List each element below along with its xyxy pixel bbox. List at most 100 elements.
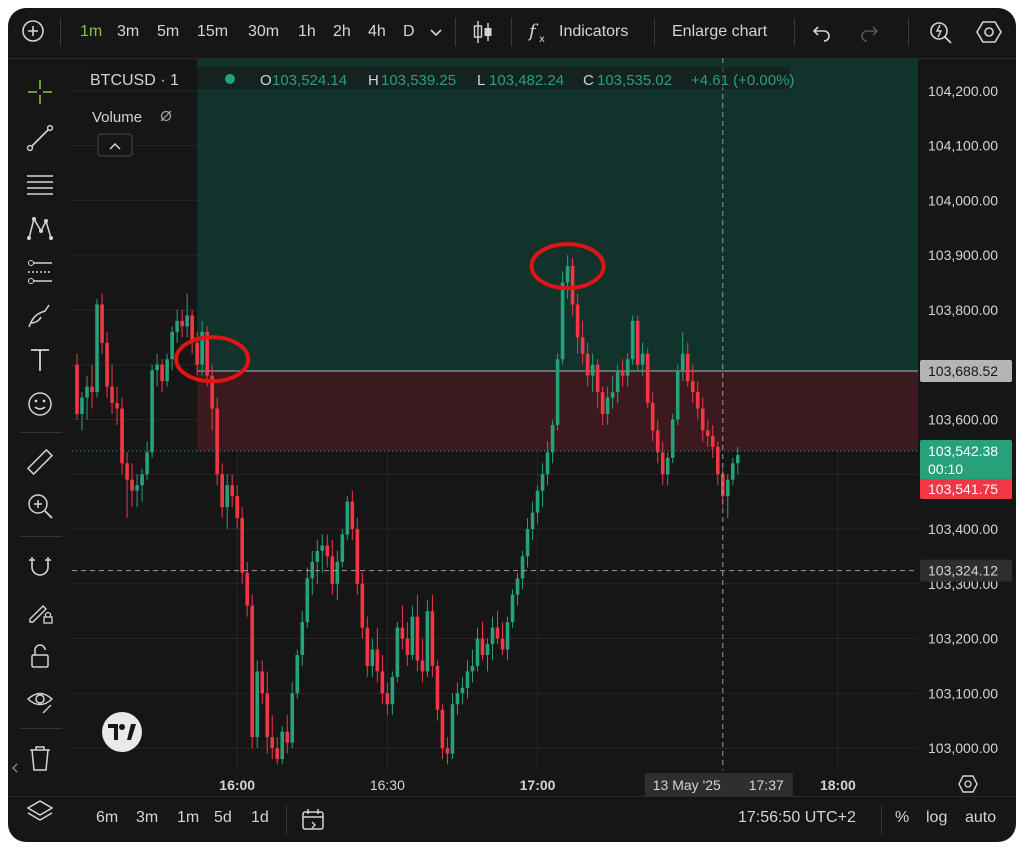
position-price-tag[interactable]: 103,688.52 [928,363,998,379]
candle-body [115,403,119,409]
range-1d[interactable]: 1d [251,809,269,827]
lock-drawing-icon[interactable] [22,594,58,630]
quick-search-icon[interactable] [928,19,954,53]
range-3m[interactable]: 3m [136,809,158,827]
trend-line-icon[interactable] [22,120,58,156]
undo-icon[interactable] [811,21,833,51]
candle-body [325,545,330,557]
candle-body [280,731,285,760]
candle-body [555,359,560,425]
pattern-tool-icon[interactable] [22,210,58,246]
timeframe-15m[interactable]: 15m [197,20,228,44]
candle-body [335,561,340,584]
candle-body [300,622,305,655]
trash-icon[interactable] [22,740,58,776]
candle-body [235,496,239,519]
candle-body [530,512,535,530]
collapse-legend-button[interactable] [97,133,133,157]
emoji-tool-icon[interactable] [22,386,58,422]
timeframe-1h[interactable]: 1h [298,20,316,44]
unlock-icon[interactable] [22,638,58,674]
timeframe-3m[interactable]: 3m [117,20,139,44]
forecast-tool-icon[interactable] [22,254,58,290]
candle-body [120,408,124,464]
range-5d[interactable]: 5d [214,809,232,827]
indicators-fx-icon[interactable]: fx [527,19,552,53]
settings-hexagon-icon[interactable] [976,19,1002,53]
candle-body [380,671,385,694]
candle-body [265,693,270,738]
candle-body [645,353,650,404]
add-symbol-icon[interactable] [20,18,46,52]
legend-c-value: 103,535.02 [597,72,672,89]
tradingview-logo-icon[interactable] [102,712,142,752]
percent-toggle[interactable]: % [895,809,909,827]
candle-body [650,403,655,431]
drawing-toolbar [8,58,72,821]
magnet-icon[interactable] [22,548,58,584]
clock-timezone[interactable]: 17:56:50 UTC+2 [738,809,856,827]
candle-body [375,649,380,672]
log-toggle[interactable]: log [926,809,947,827]
candle-body [150,370,154,453]
candle-body [310,561,315,579]
candle-body [660,452,665,475]
redo-icon[interactable] [858,21,880,51]
candle-body [240,518,245,573]
candle-body [170,331,174,360]
timeframe-D[interactable]: D [403,20,415,44]
brush-tool-icon[interactable] [22,298,58,334]
candle-body [470,665,475,672]
candles-type-icon[interactable] [472,19,494,53]
timeframe-5m[interactable]: 5m [157,20,179,44]
crosshair-tool-icon[interactable] [22,74,58,110]
timeframe-1m[interactable]: 1m [80,20,102,44]
crosshair-price-tag[interactable]: 103,324.12 [928,563,998,579]
candle-body [165,359,169,382]
candle-body [415,616,420,661]
candle-body [365,627,370,666]
candle-body [635,320,640,365]
indicators-button[interactable]: Indicators [559,20,628,44]
legend-l-label: L [477,72,485,89]
zoom-in-icon[interactable] [22,488,58,524]
legend-o-label: O [260,72,272,89]
fib-lines-icon[interactable] [22,166,58,202]
volume-legend-label[interactable]: Volume [92,109,142,126]
goto-date-icon[interactable] [300,807,326,838]
candle-body [320,545,325,551]
text-tool-icon[interactable] [22,342,58,378]
candle-body [475,638,480,666]
timeframe-4h[interactable]: 4h [368,20,386,44]
price-axis[interactable]: 103,000.00103,100.00103,200.00103,300.00… [920,83,1012,756]
legend-h-value: 103,539.25 [381,72,456,89]
candle-body [85,386,89,398]
candle-body [75,364,79,414]
candle-body [545,452,550,475]
bid-price-tag[interactable]: 103,541.75 [928,481,998,497]
candle-body [680,353,685,371]
candle-body [425,611,430,672]
ruler-tool-icon[interactable] [22,444,58,480]
collapse-toolbar-icon[interactable] [8,750,22,786]
range-6m[interactable]: 6m [96,809,118,827]
candle-body [535,490,540,513]
chevron-down-icon[interactable] [429,20,443,52]
timeframe-2h[interactable]: 2h [333,20,351,44]
hide-drawings-icon[interactable] [22,682,58,718]
candle-body [285,731,290,743]
enlarge-chart-button[interactable]: Enlarge chart [672,20,767,44]
last-price-tag[interactable]: 103,542.38 [928,443,998,459]
candle-body [225,485,229,508]
legend-symbol[interactable]: BTCUSD · 1 [90,72,179,89]
range-1m[interactable]: 1m [177,809,199,827]
timeframe-30m[interactable]: 30m [248,20,279,44]
candle-body [480,638,485,655]
candle-body [495,627,500,639]
price-chart[interactable]: 103,000.00103,100.00103,200.00103,300.00… [72,58,1014,842]
auto-toggle[interactable]: auto [965,809,996,827]
axis-settings-icon[interactable] [958,775,978,793]
time-axis[interactable]: 16:00 16:30 17:00 18:00 13 May '25 17:37 [219,773,978,797]
candle-body [160,364,164,382]
candle-body [605,397,610,414]
